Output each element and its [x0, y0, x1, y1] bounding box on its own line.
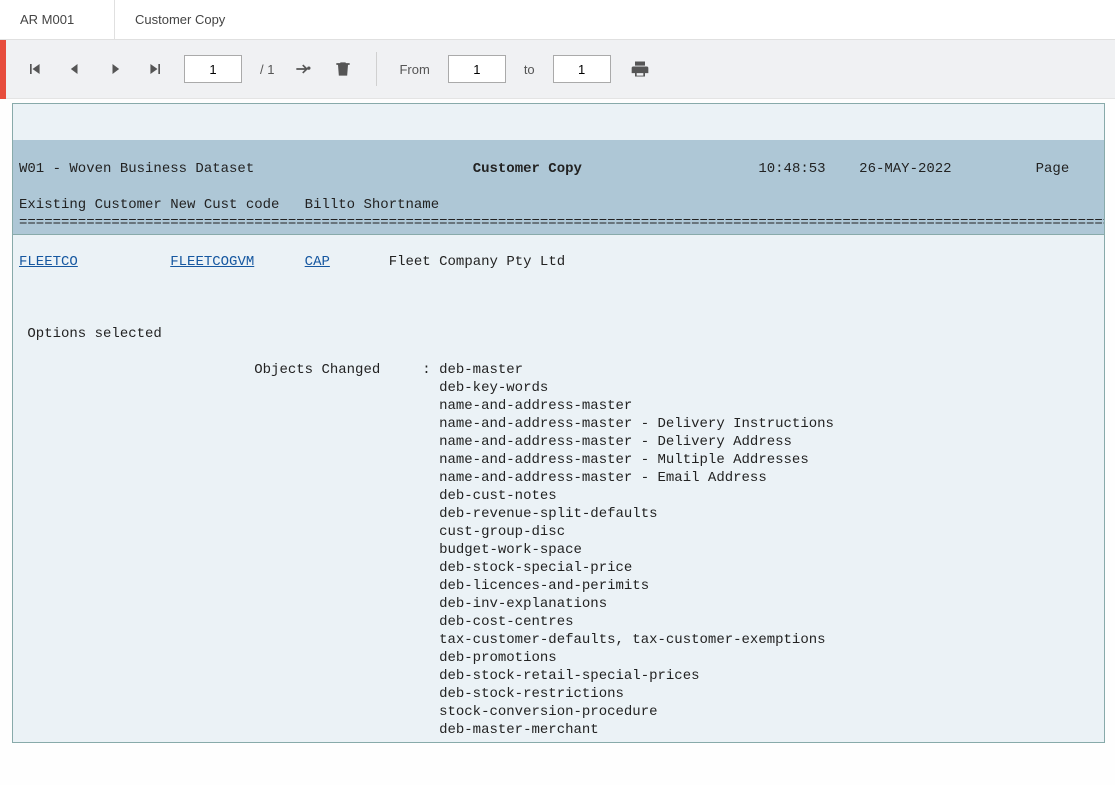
- existing-customer-link[interactable]: FLEETCO: [19, 254, 78, 270]
- col-shortname: Shortname: [364, 197, 440, 213]
- print-button[interactable]: [629, 58, 651, 80]
- current-page-input[interactable]: [184, 55, 242, 83]
- data-row: FLEETCO FLEETCOGVM CAP Fleet Company Pty…: [13, 253, 1105, 271]
- screen-code: AR M001: [0, 0, 115, 39]
- report-content: W01 - Woven Business Dataset Customer Co…: [13, 104, 1105, 743]
- go-to-page-button[interactable]: [292, 58, 314, 80]
- shortname-text: Fleet Company Pty Ltd: [389, 254, 565, 270]
- report-body-pre: Options selected Objects Changed : deb-m…: [19, 307, 1105, 743]
- header-title: Customer Copy: [473, 161, 582, 177]
- prev-page-button[interactable]: [64, 58, 86, 80]
- title-bar: AR M001 Customer Copy: [0, 0, 1115, 40]
- report-toolbar: / 1 From to: [6, 40, 1115, 99]
- col-billto: Billto: [305, 197, 355, 213]
- screen-title: Customer Copy: [115, 0, 245, 39]
- col-newcust: New Cust code: [170, 197, 279, 213]
- to-label: to: [524, 62, 535, 77]
- header-date: 26-MAY-2022: [859, 161, 951, 177]
- col-existing: Existing Customer: [19, 197, 162, 213]
- header-dataset: W01 - Woven Business Dataset: [19, 161, 254, 177]
- last-page-button[interactable]: [144, 58, 166, 80]
- toolbar-separator: [376, 52, 377, 86]
- to-page-input[interactable]: [553, 55, 611, 83]
- next-page-button[interactable]: [104, 58, 126, 80]
- delete-button[interactable]: [332, 58, 354, 80]
- page-total-label: / 1: [260, 62, 274, 77]
- from-label: From: [399, 62, 429, 77]
- report-header: W01 - Woven Business Dataset Customer Co…: [13, 140, 1105, 235]
- header-divider: ========================================…: [19, 215, 1105, 231]
- report-viewport[interactable]: W01 - Woven Business Dataset Customer Co…: [12, 103, 1105, 743]
- first-page-button[interactable]: [24, 58, 46, 80]
- header-page-label: Page: [1036, 161, 1070, 177]
- from-page-input[interactable]: [448, 55, 506, 83]
- billto-link[interactable]: CAP: [305, 254, 330, 270]
- header-time: 10:48:53: [758, 161, 825, 177]
- new-cust-code-link[interactable]: FLEETCOGVM: [170, 254, 254, 270]
